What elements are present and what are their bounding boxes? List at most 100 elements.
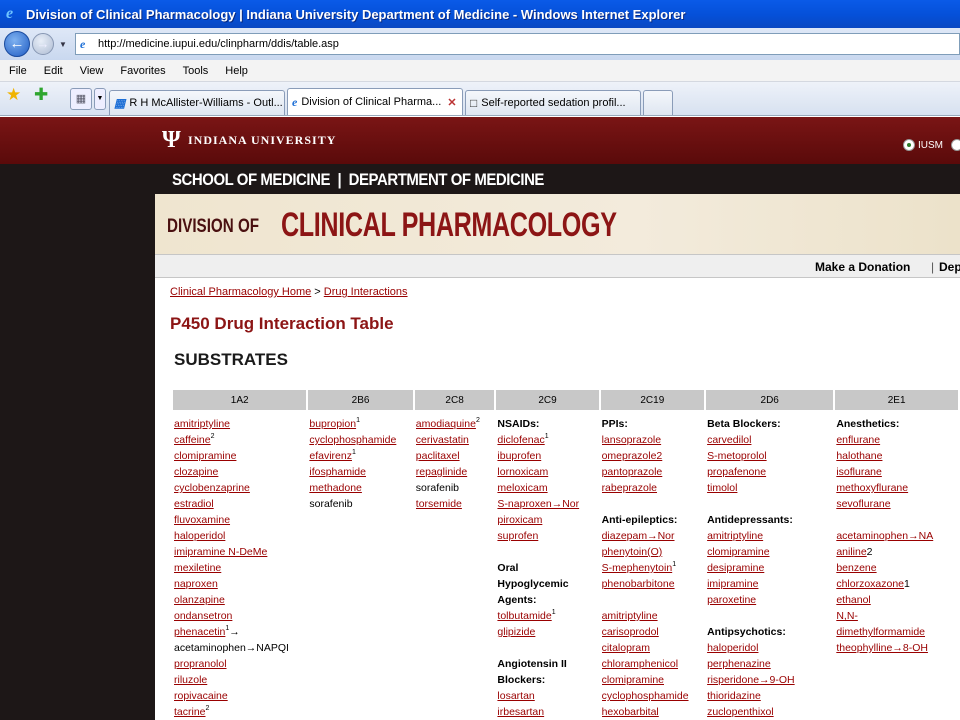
menu-tools[interactable]: Tools [174, 65, 217, 77]
drug-link[interactable]: amitriptyline [602, 610, 658, 622]
tab-list-dropdown[interactable]: ▼ [94, 88, 106, 110]
drug-link[interactable]: meloxicam [497, 482, 547, 494]
breadcrumb-current-link[interactable]: Drug Interactions [324, 286, 408, 298]
school-department-line[interactable]: SCHOOL OF MEDICINE | DEPARTMENT OF MEDIC… [172, 170, 544, 190]
drug-link[interactable]: pantoprazole [602, 466, 663, 478]
drug-link[interactable]: methoxyflurane [836, 482, 908, 494]
drug-link[interactable]: imipramine N-DeMe [174, 546, 267, 558]
drug-link[interactable]: phenytoin(O) [602, 546, 663, 558]
drug-link[interactable]: olanzapine [174, 594, 225, 606]
back-button[interactable]: ← [4, 31, 30, 57]
drug-link[interactable]: bupropion [309, 418, 356, 430]
iu-trident-logo-icon[interactable]: Ψ [162, 127, 182, 153]
drug-link[interactable]: clozapine [174, 466, 218, 478]
drug-link[interactable]: paclitaxel [416, 450, 460, 462]
address-field[interactable]: e http://medicine.iupui.edu/clinpharm/dd… [75, 33, 960, 55]
drug-link[interactable]: phenacetin [174, 626, 225, 638]
drug-link[interactable]: S-metoprolol [707, 450, 767, 462]
drug-link[interactable]: N,N- [836, 610, 858, 622]
drug-link[interactable]: naproxen [174, 578, 218, 590]
drug-link[interactable]: ethanol [836, 594, 870, 606]
drug-link[interactable]: imipramine [707, 578, 758, 590]
department-link[interactable]: Dep [939, 260, 960, 274]
drug-link[interactable]: haloperidol [707, 642, 758, 654]
make-donation-link[interactable]: Make a Donation [815, 260, 910, 274]
drug-link[interactable]: propranolol [174, 658, 227, 670]
drug-link[interactable]: hexobarbital [602, 706, 659, 718]
drug-link[interactable]: ondansetron [174, 610, 232, 622]
drug-link[interactable]: caffeine [174, 434, 211, 446]
drug-link[interactable]: clomipramine [174, 450, 236, 462]
drug-link[interactable]: isoflurane [836, 466, 882, 478]
drug-link[interactable]: tacrine [174, 706, 206, 718]
drug-link[interactable]: propafenone [707, 466, 766, 478]
drug-link[interactable]: amitriptyline [174, 418, 230, 430]
tab-sedation-profile[interactable]: □ Self-reported sedation profil... [465, 90, 641, 115]
drug-link[interactable]: cyclobenzaprine [174, 482, 250, 494]
drug-link[interactable]: clomipramine [707, 546, 769, 558]
drug-link[interactable]: benzene [836, 562, 876, 574]
menu-file[interactable]: File [0, 65, 35, 77]
breadcrumb-home-link[interactable]: Clinical Pharmacology Home [170, 286, 311, 298]
drug-link[interactable]: riluzole [174, 674, 207, 686]
tab-clinical-pharmacology[interactable]: e Division of Clinical Pharma... ✕ [287, 88, 463, 115]
drug-link[interactable]: carisoprodol [602, 626, 659, 638]
university-name[interactable]: INDIANA UNIVERSITY [188, 133, 336, 148]
drug-link[interactable]: cerivastatin [416, 434, 469, 446]
menu-edit[interactable]: Edit [35, 65, 71, 77]
drug-link[interactable]: aniline [836, 546, 866, 558]
drug-link[interactable]: clomipramine [602, 674, 664, 686]
drug-link[interactable]: tolbutamide [497, 610, 551, 622]
menu-help[interactable]: Help [216, 65, 256, 77]
drug-link[interactable]: timolol [707, 482, 737, 494]
quick-tabs-button[interactable]: ▦ [70, 88, 92, 110]
favorites-star-icon[interactable]: ★ [6, 85, 26, 109]
drug-link[interactable]: amodiaquine [416, 418, 476, 430]
drug-link[interactable]: lornoxicam [497, 466, 548, 478]
drug-link[interactable]: S-mephenytoin [602, 562, 673, 574]
drug-link[interactable]: theophylline→8-OH [836, 642, 928, 654]
drug-link[interactable]: repaglinide [416, 466, 467, 478]
drug-link[interactable]: carvedilol [707, 434, 751, 446]
drug-link[interactable]: chloramphenicol [602, 658, 678, 670]
drug-link[interactable]: dimethylformamide [836, 626, 925, 638]
drug-link[interactable]: cyclophosphamide [309, 434, 396, 446]
drug-link[interactable]: risperidone→9-OH [707, 674, 795, 686]
drug-link[interactable]: rabeprazole [602, 482, 657, 494]
add-favorite-icon[interactable]: ✚ [34, 85, 54, 109]
drug-link[interactable]: ropivacaine [174, 690, 228, 702]
drug-link[interactable]: thioridazine [707, 690, 761, 702]
drug-link[interactable]: ibuprofen [497, 450, 541, 462]
window-title-bar[interactable]: e Division of Clinical Pharmacology | In… [0, 0, 960, 28]
drug-link[interactable]: desipramine [707, 562, 764, 574]
drug-link[interactable]: losartan [497, 690, 534, 702]
drug-link[interactable]: S-naproxen→Nor [497, 498, 579, 510]
drug-link[interactable]: citalopram [602, 642, 650, 654]
drug-link[interactable]: estradiol [174, 498, 214, 510]
drug-link[interactable]: paroxetine [707, 594, 756, 606]
tab-outlook[interactable]: ▦ R H McAllister-Williams - Outl... [109, 90, 285, 115]
drug-link[interactable]: torsemide [416, 498, 462, 510]
drug-link[interactable]: sevoflurane [836, 498, 890, 510]
drug-link[interactable]: ifosphamide [309, 466, 366, 478]
drug-link[interactable]: fluvoxamine [174, 514, 230, 526]
drug-link[interactable]: omeprazole2 [602, 450, 663, 462]
forward-button[interactable]: → [32, 33, 54, 55]
drug-link[interactable]: zuclopenthixol [707, 706, 774, 718]
drug-link[interactable]: lansoprazole [602, 434, 662, 446]
drug-link[interactable]: cyclophosphamide [602, 690, 689, 702]
drug-link[interactable]: piroxicam [497, 514, 542, 526]
drug-link[interactable]: methadone [309, 482, 362, 494]
drug-link[interactable]: phenobarbitone [602, 578, 675, 590]
menu-view[interactable]: View [71, 65, 112, 77]
menu-favorites[interactable]: Favorites [111, 65, 173, 77]
drug-link[interactable]: enflurane [836, 434, 880, 446]
recent-pages-dropdown[interactable]: ▼ [57, 40, 69, 49]
drug-link[interactable]: diclofenac [497, 434, 544, 446]
drug-link[interactable]: acetaminophen→NA [836, 530, 933, 542]
drug-link[interactable]: chlorzoxazone [836, 578, 904, 590]
iusm-radio[interactable] [903, 139, 915, 151]
search-scope-radio[interactable] [951, 139, 960, 151]
drug-link[interactable]: halothane [836, 450, 882, 462]
drug-link[interactable]: mexiletine [174, 562, 221, 574]
